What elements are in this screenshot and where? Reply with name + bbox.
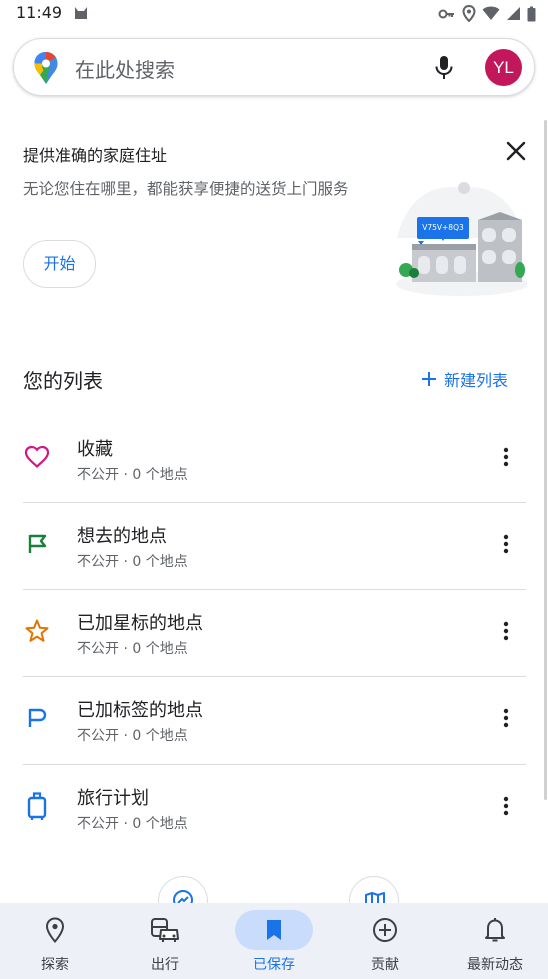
list-item-meta: 不公开 · 0 个地点	[77, 641, 188, 657]
status-time: 11:49	[16, 3, 63, 22]
list-item-starred[interactable]: 已加星标的地点 不公开 · 0 个地点	[23, 589, 526, 676]
plus-code-tag: V75V+8Q3	[417, 217, 469, 239]
nav-label: 出行	[151, 957, 179, 973]
new-list-button[interactable]: 新建列表	[420, 367, 508, 391]
location-status-icon	[462, 4, 476, 26]
bell-icon	[456, 910, 534, 950]
nav-label: 最新动态	[467, 957, 523, 973]
lists-section-title: 您的列表	[23, 369, 103, 393]
nav-go[interactable]: 出行	[110, 903, 220, 979]
search-bar[interactable]: 在此处搜索 YL	[13, 38, 535, 96]
list-item-meta: 不公开 · 0 个地点	[77, 467, 188, 483]
promo-description: 无论您住在哪里，都能获享便捷的送货上门服务	[23, 180, 349, 198]
flag-icon	[23, 530, 51, 558]
close-icon[interactable]	[503, 138, 529, 168]
search-input[interactable]: 在此处搜索	[75, 54, 175, 83]
nav-contribute[interactable]: 贡献	[330, 903, 440, 979]
status-bar: 11:49	[0, 0, 548, 28]
more-options-icon[interactable]	[503, 796, 509, 820]
more-options-icon[interactable]	[503, 534, 509, 558]
list-item-title: 旅行计划	[77, 788, 149, 809]
google-maps-logo-icon	[33, 51, 59, 89]
nav-label: 探索	[41, 957, 69, 973]
star-icon	[23, 617, 51, 645]
list-item-travel-plans[interactable]: 旅行计划 不公开 · 0 个地点	[23, 764, 526, 851]
key-icon	[438, 6, 456, 25]
add-circle-icon	[346, 910, 424, 950]
label-flag-icon	[23, 704, 51, 732]
heart-icon	[23, 443, 51, 471]
signal-icon	[506, 6, 521, 25]
nav-updates[interactable]: 最新动态	[440, 903, 548, 979]
suitcase-icon	[23, 792, 51, 820]
commute-icon	[126, 910, 204, 950]
list-item-title: 已加标签的地点	[77, 700, 203, 721]
avatar[interactable]: YL	[485, 49, 522, 86]
house-illustration	[396, 182, 527, 296]
start-button[interactable]: 开始	[23, 240, 96, 288]
bottom-navigation: 探索 出行 已保存 贡献 最新动态	[0, 903, 548, 979]
bookmark-icon	[235, 910, 313, 950]
wifi-icon	[482, 6, 500, 25]
list-item-meta: 不公开 · 0 个地点	[77, 728, 188, 744]
explore-pin-icon	[16, 910, 94, 950]
more-options-icon[interactable]	[503, 708, 509, 732]
list-item-favorites[interactable]: 收藏 不公开 · 0 个地点	[23, 415, 526, 502]
list-item-title: 想去的地点	[77, 526, 167, 547]
plus-icon	[422, 372, 436, 386]
more-options-icon[interactable]	[503, 447, 509, 471]
nav-label: 已保存	[253, 957, 295, 973]
battery-icon	[527, 6, 536, 26]
more-options-icon[interactable]	[503, 621, 509, 645]
list-item-title: 收藏	[77, 439, 113, 460]
list-item-want-to-go[interactable]: 想去的地点 不公开 · 0 个地点	[23, 502, 526, 589]
cat-notification-icon	[73, 5, 89, 25]
nav-explore[interactable]: 探索	[0, 903, 110, 979]
list-item-labeled[interactable]: 已加标签的地点 不公开 · 0 个地点	[23, 676, 526, 763]
nav-saved[interactable]: 已保存	[219, 903, 329, 979]
scrollbar[interactable]	[544, 120, 547, 800]
promo-title: 提供准确的家庭住址	[23, 146, 168, 165]
nav-label: 贡献	[371, 957, 399, 973]
microphone-icon[interactable]	[434, 55, 454, 85]
list-item-meta: 不公开 · 0 个地点	[77, 816, 188, 832]
list-item-meta: 不公开 · 0 个地点	[77, 554, 188, 570]
new-list-label: 新建列表	[444, 371, 509, 390]
list-item-title: 已加星标的地点	[77, 613, 203, 634]
status-icons	[438, 4, 536, 26]
